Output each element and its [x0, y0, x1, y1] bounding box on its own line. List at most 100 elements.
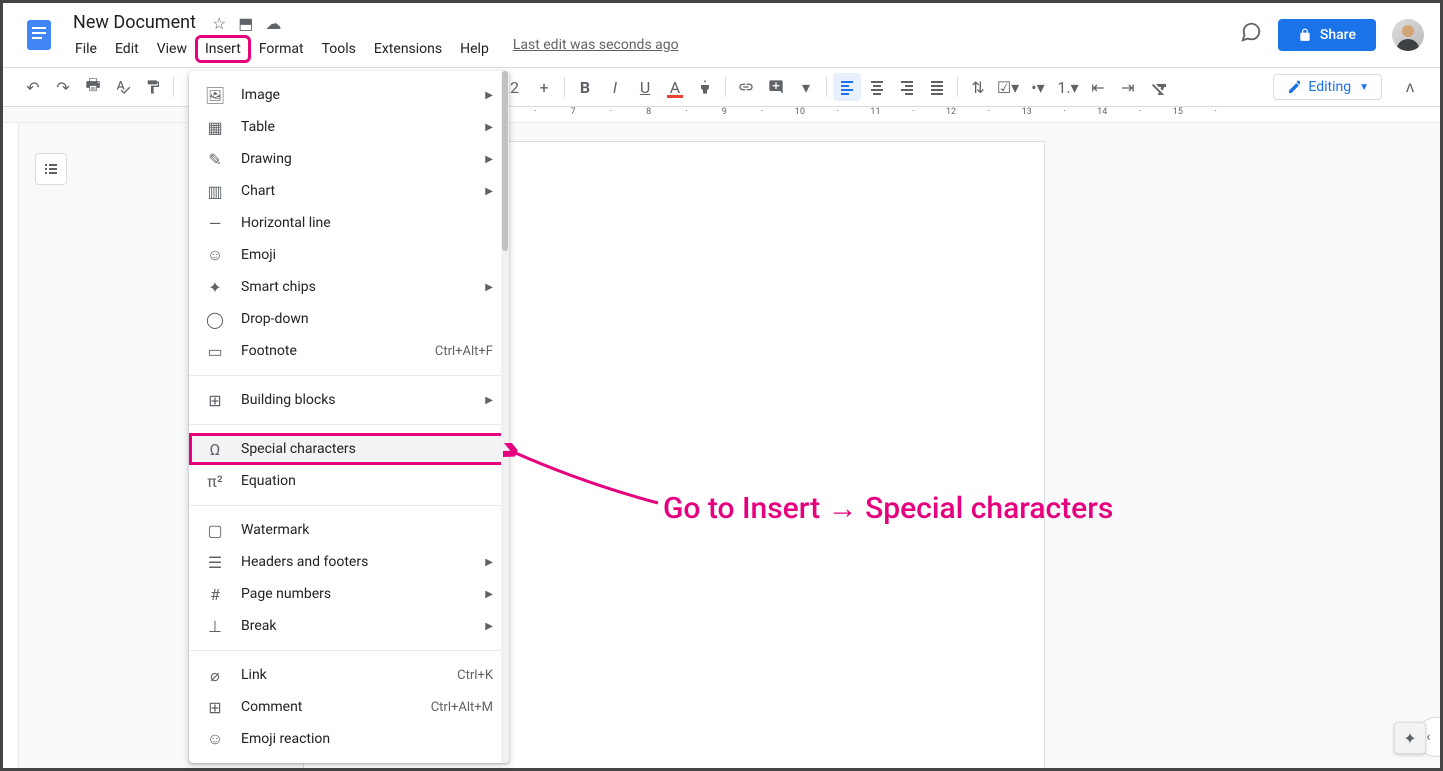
font-size-increase[interactable]: + [530, 73, 558, 101]
clear-formatting-button[interactable] [1144, 73, 1172, 101]
dropdown-scrollbar[interactable] [501, 71, 509, 763]
insert-link-button[interactable] [732, 73, 760, 101]
share-label: Share [1320, 27, 1356, 43]
checklist-button[interactable]: ☑▾ [994, 73, 1022, 101]
insert-emoji[interactable]: ☺Emoji [189, 239, 509, 271]
image-icon: 🖼 [205, 86, 225, 105]
insert-horizontal-line[interactable]: —Horizontal line [189, 207, 509, 239]
decrease-indent-button[interactable]: ⇤ [1084, 73, 1112, 101]
insert-link[interactable]: ⌀LinkCtrl+K [189, 659, 509, 691]
watermark-icon: ▢ [205, 521, 225, 540]
print-button[interactable]: 🖶 [79, 73, 107, 101]
comment-history-icon[interactable] [1240, 21, 1262, 49]
horizontal-line-icon: — [205, 214, 225, 233]
align-justify-button[interactable] [923, 73, 951, 101]
drawing-icon: ✎ [205, 150, 225, 169]
insert-emoji-reaction[interactable]: ☺Emoji reaction [189, 723, 509, 755]
menu-format[interactable]: Format [251, 37, 312, 61]
increase-indent-button[interactable]: ⇥ [1114, 73, 1142, 101]
numbered-list-button[interactable]: 1.▾ [1054, 73, 1082, 101]
table-icon: ▦ [205, 118, 225, 137]
page-numbers-icon: # [205, 585, 225, 604]
line-spacing-button[interactable]: ⇅ [964, 73, 992, 101]
drop-down-icon: ◯ [205, 310, 225, 329]
insert-comment[interactable]: ⊞CommentCtrl+Alt+M [189, 691, 509, 723]
move-icon[interactable]: ⬒ [238, 14, 253, 33]
paint-format-button[interactable] [139, 73, 167, 101]
submenu-arrow-icon: ▶ [485, 122, 493, 133]
bulleted-list-button[interactable]: •▾ [1024, 73, 1052, 101]
cloud-status-icon[interactable]: ☁ [265, 14, 281, 33]
docs-logo[interactable] [19, 15, 59, 55]
insert-equation[interactable]: π²Equation [189, 465, 509, 497]
chart-icon: ▥ [205, 182, 225, 201]
menu-edit[interactable]: Edit [107, 37, 147, 61]
insert-break[interactable]: ⊥Break▶ [189, 610, 509, 642]
insert-table[interactable]: ▦Table▶ [189, 111, 509, 143]
link-icon: ⌀ [205, 666, 225, 685]
bold-button[interactable]: B [571, 73, 599, 101]
emoji-icon: ☺ [205, 245, 225, 265]
insert-image[interactable]: 🖼Image▶ [189, 79, 509, 111]
insert-special-characters[interactable]: ΩSpecial characters [189, 433, 509, 465]
title-area: New Document ☆ ⬒ ☁ FileEditViewInsertFor… [67, 10, 497, 61]
smart-chips-icon: ✦ [205, 278, 225, 297]
vertical-ruler[interactable] [3, 123, 19, 768]
insert-smart-chips[interactable]: ✦Smart chips▶ [189, 271, 509, 303]
menu-view[interactable]: View [149, 37, 195, 61]
emoji-reaction-icon: ☺ [205, 729, 225, 749]
menu-file[interactable]: File [67, 37, 105, 61]
insert-drop-down[interactable]: ◯Drop-down [189, 303, 509, 335]
menu-tools[interactable]: Tools [314, 37, 364, 61]
insert-menu-dropdown: 🖼Image▶▦Table▶✎Drawing▶▥Chart▶—Horizonta… [189, 71, 509, 763]
menu-extensions[interactable]: Extensions [366, 37, 450, 61]
star-icon[interactable]: ☆ [212, 14, 226, 33]
insert-drawing[interactable]: ✎Drawing▶ [189, 143, 509, 175]
explore-button[interactable]: ✦ [1394, 722, 1426, 754]
highlight-button[interactable] [691, 73, 719, 101]
submenu-arrow-icon: ▶ [485, 557, 493, 568]
text-color-button[interactable]: A [661, 73, 689, 101]
insert-footnote[interactable]: ▭FootnoteCtrl+Alt+F [189, 335, 509, 367]
insert-building-blocks[interactable]: ⊞Building blocks▶ [189, 384, 509, 416]
align-left-button[interactable] [833, 73, 861, 101]
submenu-arrow-icon: ▶ [485, 186, 493, 197]
insert-page-numbers[interactable]: #Page numbers▶ [189, 578, 509, 610]
submenu-arrow-icon: ▶ [485, 90, 493, 101]
insert-chart[interactable]: ▥Chart▶ [189, 175, 509, 207]
building-blocks-icon: ⊞ [205, 391, 225, 410]
special-characters-icon: Ω [205, 440, 225, 459]
headers-and-footers-icon: ☰ [205, 553, 225, 572]
spellcheck-button[interactable] [109, 73, 137, 101]
outline-toggle-button[interactable] [35, 153, 67, 185]
account-avatar[interactable] [1392, 19, 1424, 51]
share-button[interactable]: Share [1278, 19, 1376, 51]
redo-button[interactable]: ↷ [49, 73, 77, 101]
break-icon: ⊥ [205, 617, 225, 636]
last-edit-link[interactable]: Last edit was seconds ago [513, 37, 679, 53]
doc-title[interactable]: New Document [67, 10, 202, 35]
editing-mode-button[interactable]: Editing ▼ [1273, 74, 1382, 100]
submenu-arrow-icon: ▶ [485, 282, 493, 293]
insert-headers-and-footers[interactable]: ☰Headers and footers▶ [189, 546, 509, 578]
undo-button[interactable]: ↶ [19, 73, 47, 101]
add-comment-button[interactable] [762, 73, 790, 101]
submenu-arrow-icon: ▶ [485, 395, 493, 406]
italic-button[interactable]: I [601, 73, 629, 101]
menu-help[interactable]: Help [452, 37, 497, 61]
align-center-button[interactable] [863, 73, 891, 101]
insert-image-button[interactable]: ▾ [792, 73, 820, 101]
comment-icon: ⊞ [205, 698, 225, 717]
submenu-arrow-icon: ▶ [485, 621, 493, 632]
collapse-toolbar-button[interactable]: ʌ [1396, 73, 1424, 101]
equation-icon: π² [205, 472, 225, 491]
insert-watermark[interactable]: ▢Watermark [189, 514, 509, 546]
menu-insert[interactable]: Insert [197, 37, 249, 61]
footnote-icon: ▭ [205, 342, 225, 361]
submenu-arrow-icon: ▶ [485, 154, 493, 165]
submenu-arrow-icon: ▶ [485, 589, 493, 600]
menubar: FileEditViewInsertFormatToolsExtensionsH… [67, 37, 497, 61]
underline-button[interactable]: U [631, 73, 659, 101]
align-right-button[interactable] [893, 73, 921, 101]
app-header: New Document ☆ ⬒ ☁ FileEditViewInsertFor… [3, 3, 1440, 67]
